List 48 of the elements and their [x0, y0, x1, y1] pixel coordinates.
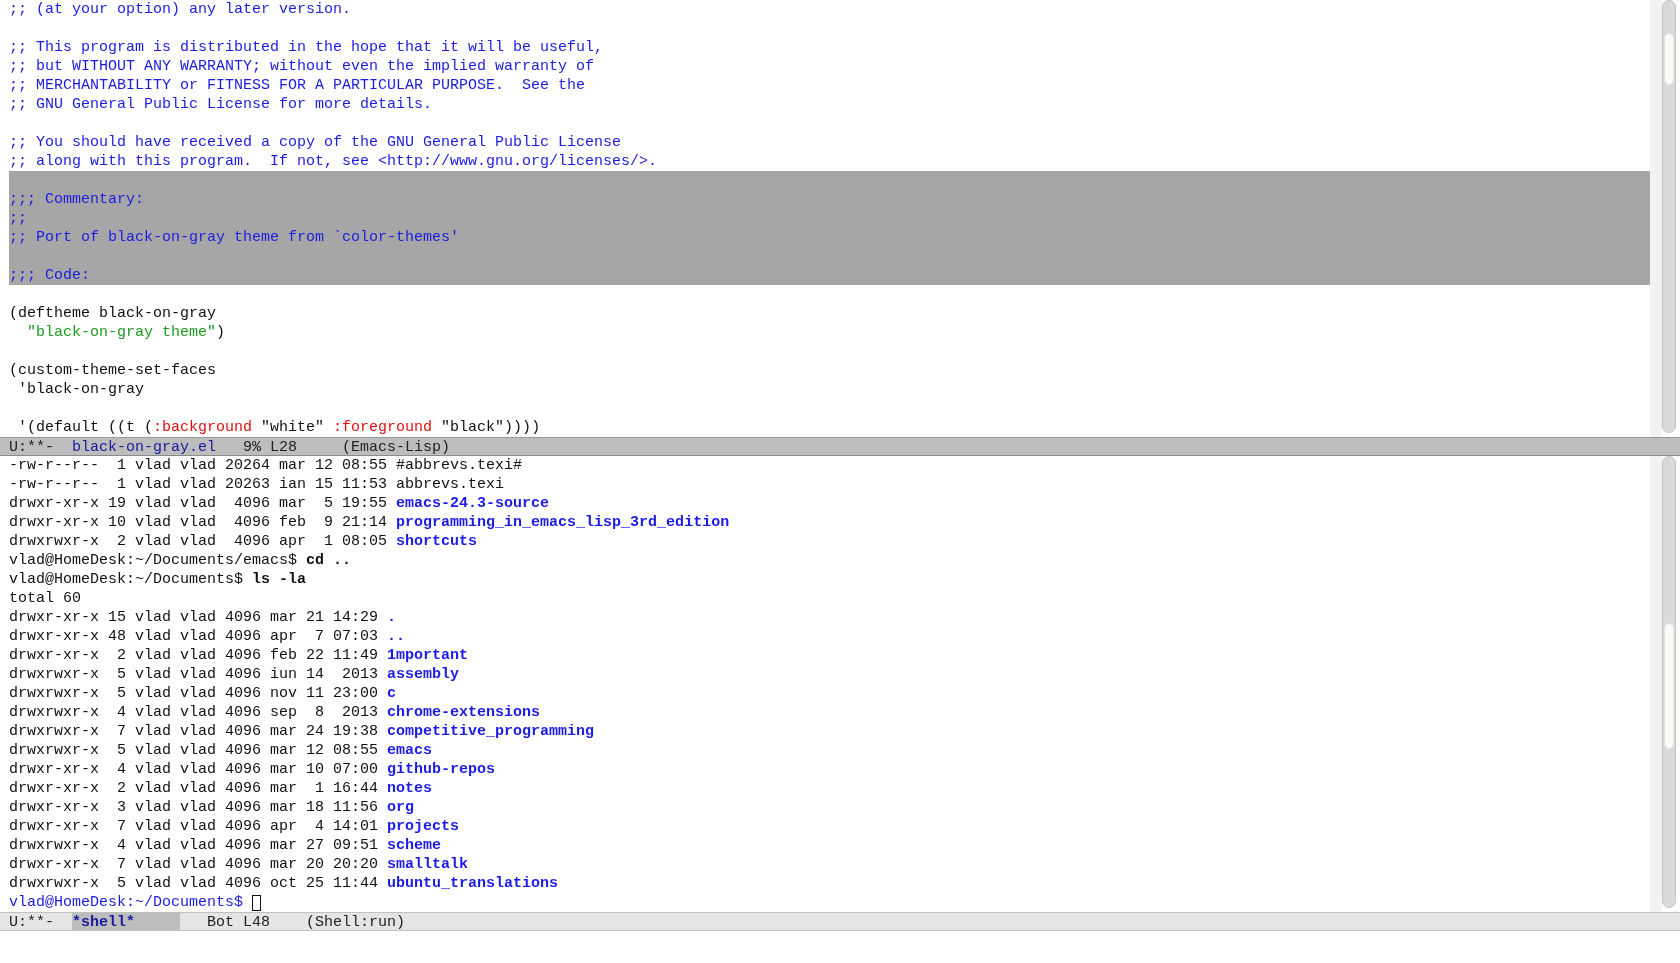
terminal-line: drwxr-xr-x 10 vlad vlad 4096 feb 9 21:14 programming_in_emacs_lisp_3rd_edition — [9, 513, 730, 532]
terminal-line: drwxrwxr-x 5 vlad vlad 4096 oct 25 11:44 ubuntu_translations — [9, 874, 559, 893]
terminal-line: vlad@HomeDesk:~/Documents$ — [9, 893, 245, 912]
code-line: ;; but WITHOUT ANY WARRANTY; without even the implied warranty of — [9, 57, 595, 76]
buffer-name: black-on-gray.el — [72, 438, 217, 455]
terminal-line: vlad@HomeDesk:~/Documents$ ls -la — [9, 570, 307, 589]
terminal-line: drwxrwxr-x 5 vlad vlad 4096 mar 12 08:55 emacs — [9, 741, 433, 760]
terminal-line: drwxrwxr-x 2 vlad vlad 4096 apr 1 08:05 shortcuts — [9, 532, 478, 551]
code-line: ;; This program is distributed in the hope that it will be useful, — [9, 38, 604, 57]
terminal-line: drwxr-xr-x 3 vlad vlad 4096 mar 18 11:56 org — [9, 798, 415, 817]
terminal-line: drwxrwxr-x 5 vlad vlad 4096 iun 14 2013 assembly — [9, 665, 460, 684]
buffer-position: 9% L28 — [243, 438, 299, 455]
terminal-line: drwxrwxr-x 4 vlad vlad 4096 sep 8 2013 chrome-extensions — [9, 703, 541, 722]
terminal-line: total 60 — [9, 589, 81, 608]
terminal-line: drwxrwxr-x 7 vlad vlad 4096 mar 24 19:38 competitive_programming — [9, 722, 595, 741]
terminal-line: drwxrwxr-x 5 vlad vlad 4096 nov 11 23:00 c — [9, 684, 397, 703]
modified-flags: U:**- — [9, 913, 54, 930]
terminal-line: drwxr-xr-x 2 vlad vlad 4096 mar 1 16:44 notes — [9, 779, 433, 798]
terminal-line: vlad@HomeDesk:~/Documents/emacs$ cd .. — [9, 551, 352, 570]
terminal-line: -rw-r--r-- 1 vlad vlad 20263 ian 15 11:53 abbrevs.texi — [9, 475, 505, 494]
code-line: ;;; Commentary: — [9, 190, 145, 209]
terminal-line: drwxr-xr-x 4 vlad vlad 4096 mar 10 07:00 github-repos — [9, 760, 496, 779]
code-line: ;; (at your option) any later version. — [9, 0, 352, 19]
code-line: ;; — [9, 209, 27, 228]
terminal-line: drwxr-xr-x 7 vlad vlad 4096 apr 4 14:01 projects — [9, 817, 460, 836]
terminal-line: drwxrwxr-x 4 vlad vlad 4096 mar 27 09:51 scheme — [9, 836, 442, 855]
major-mode: (Shell:run) — [306, 913, 406, 930]
code-line: ;; MERCHANTABILITY or FITNESS FOR A PARTICULAR PURPOSE. See the — [9, 76, 586, 95]
terminal-line: -rw-r--r-- 1 vlad vlad 20264 mar 12 08:55 #abbrevs.texi# — [9, 456, 523, 475]
code-line: ;; Port of black-on-gray theme from `color-themes' — [9, 228, 460, 247]
buffer-position: Bot L48 — [207, 913, 271, 930]
terminal-line: drwxr-xr-x 7 vlad vlad 4096 mar 20 20:20 smalltalk — [9, 855, 469, 874]
code-line: ;; GNU General Public License for more details. — [9, 95, 433, 114]
code-line: '(default ((t (:background "white" :foreground "black")))) — [17, 418, 541, 437]
code-line: ;; You should have received a copy of the GNU General Public License — [9, 133, 622, 152]
code-line: ;; along with this program. If not, see <http://www.gnu.org/licenses/>. — [9, 152, 658, 171]
code-line: "black-on-gray theme") — [26, 323, 226, 342]
code-line: ;;; Code: — [9, 266, 90, 285]
code-line: (deftheme black-on-gray — [9, 304, 217, 323]
terminal-line: drwxr-xr-x 15 vlad vlad 4096 mar 21 14:29 . — [9, 608, 397, 627]
terminal-line: drwxr-xr-x 2 vlad vlad 4096 feb 22 11:49 1mportant — [9, 646, 469, 665]
major-mode: (Emacs-Lisp) — [342, 438, 451, 455]
terminal-line: drwxr-xr-x 48 vlad vlad 4096 apr 7 07:03 .. — [9, 627, 406, 646]
code-line: (custom-theme-set-faces — [9, 361, 217, 380]
buffer-name: *shell* — [72, 913, 181, 930]
terminal-line: drwxr-xr-x 19 vlad vlad 4096 mar 5 19:55 emacs-24.3-source — [9, 494, 550, 513]
modified-flags: U:**- — [9, 438, 54, 455]
code-line: 'black-on-gray — [17, 380, 145, 399]
